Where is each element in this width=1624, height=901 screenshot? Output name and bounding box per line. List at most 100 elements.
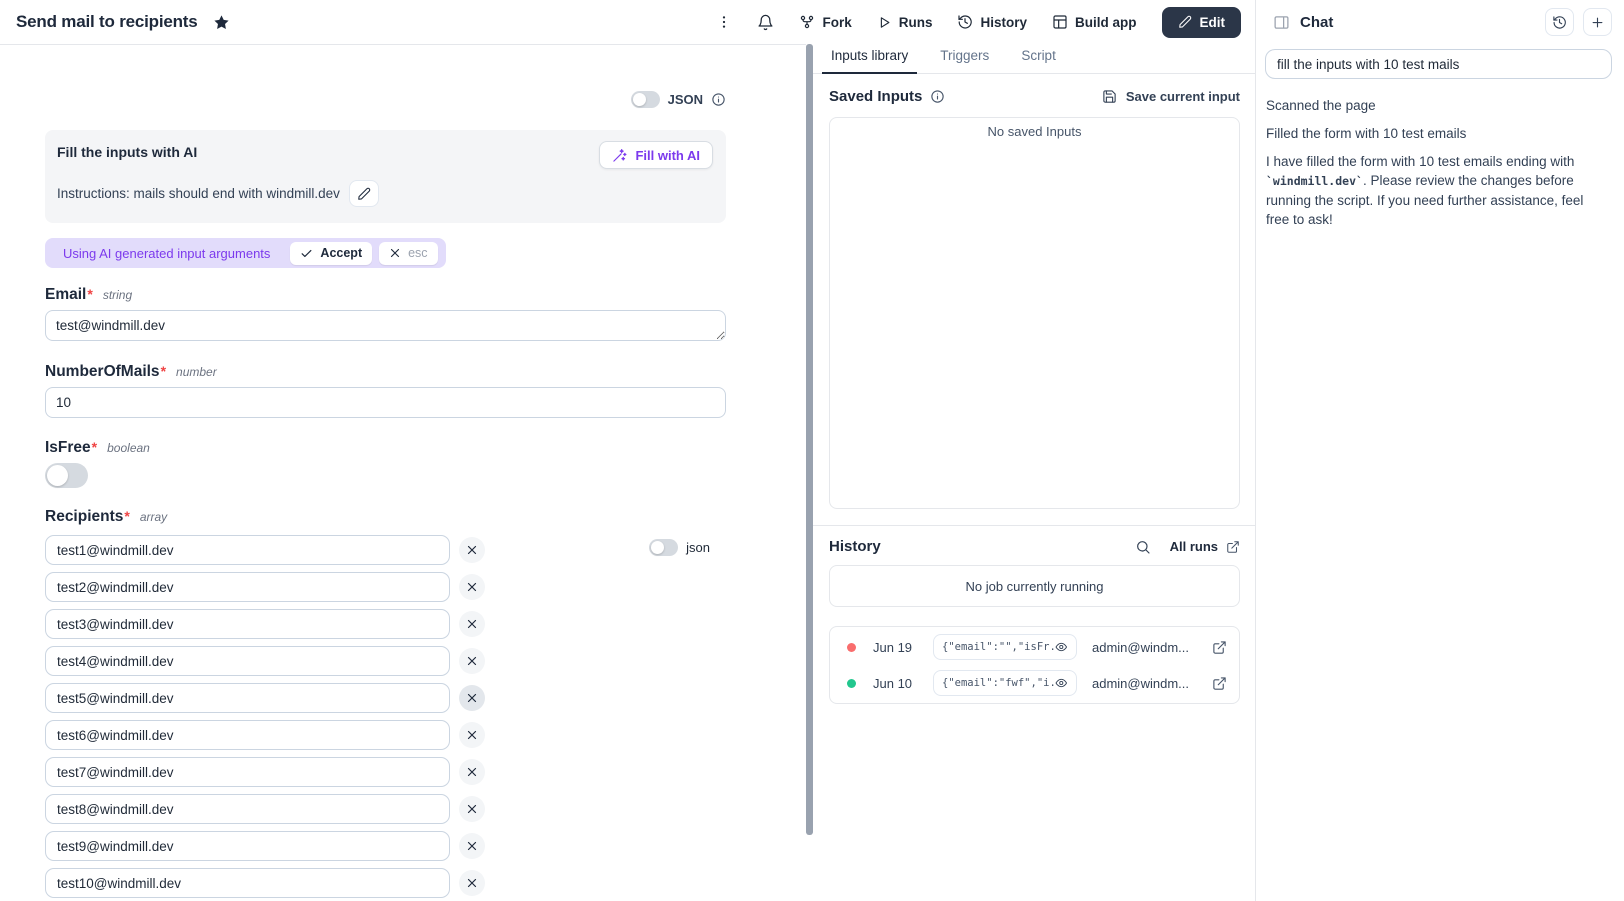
- fork-button[interactable]: Fork: [799, 14, 851, 30]
- fill-with-ai-label: Fill with AI: [635, 148, 700, 163]
- tab-script[interactable]: Script: [1012, 44, 1065, 73]
- chat-title: Chat: [1300, 14, 1333, 31]
- ai-instructions-row: Instructions: mails should end with wind…: [57, 180, 712, 207]
- json-view-toggle[interactable]: [631, 91, 660, 108]
- remove-recipient-button[interactable]: [459, 796, 485, 822]
- entry-args-pill[interactable]: {"email":"","isFr...: [933, 634, 1077, 660]
- panel-tabs: Inputs library Triggers Script: [813, 44, 1255, 74]
- recipients-json-toggle-row: json: [649, 539, 710, 556]
- layout-grid-icon: [1052, 14, 1068, 30]
- accept-button[interactable]: Accept: [290, 242, 372, 265]
- required-asterisk: *: [92, 439, 97, 455]
- edit-instructions-button[interactable]: [349, 180, 379, 207]
- remove-recipient-button[interactable]: [459, 611, 485, 637]
- remove-recipient-button[interactable]: [459, 870, 485, 896]
- open-run-external-icon[interactable]: [1212, 676, 1227, 691]
- entry-args: {"email":"fwf","i...: [942, 677, 1055, 689]
- build-app-button[interactable]: Build app: [1052, 14, 1137, 30]
- x-icon: [466, 840, 478, 852]
- favorite-star-icon[interactable]: [213, 14, 230, 31]
- email-input[interactable]: test@windmill.dev: [45, 310, 726, 341]
- x-icon: [466, 544, 478, 556]
- more-options-button[interactable]: [716, 14, 732, 30]
- chat-message: Scanned the page: [1266, 96, 1608, 115]
- chat-panel: Chat Scanned the page Filled the form wi…: [1255, 0, 1624, 901]
- history-clock-icon: [1552, 15, 1567, 30]
- email-field-label: Email* string: [45, 286, 726, 304]
- recipient-row: [45, 831, 726, 861]
- external-link-icon: [1226, 540, 1240, 554]
- fork-label: Fork: [822, 15, 851, 30]
- json-toggle-label: JSON: [668, 92, 703, 107]
- page-title: Send mail to recipients: [16, 12, 198, 32]
- remove-recipient-button[interactable]: [459, 722, 485, 748]
- fill-with-ai-button[interactable]: Fill with AI: [599, 141, 713, 169]
- isfree-field-label: IsFree* boolean: [45, 439, 726, 457]
- remove-recipient-button[interactable]: [459, 574, 485, 600]
- recipients-label: Recipients: [45, 508, 123, 526]
- tab-triggers[interactable]: Triggers: [931, 44, 998, 73]
- info-icon[interactable]: [711, 92, 726, 107]
- required-asterisk: *: [124, 508, 129, 524]
- recipient-input[interactable]: [45, 868, 450, 898]
- fork-icon: [799, 14, 815, 30]
- panel-resize-handle[interactable]: [806, 44, 813, 835]
- chat-history-button[interactable]: [1545, 8, 1574, 36]
- save-current-input-button[interactable]: Save current input: [1102, 89, 1240, 104]
- ai-generated-banner: Using AI generated input arguments Accep…: [45, 238, 446, 268]
- x-icon: [466, 581, 478, 593]
- history-entry-row[interactable]: Jun 10 {"email":"fwf","i... admin@windm.…: [830, 665, 1239, 701]
- plus-icon: [1590, 15, 1605, 30]
- remove-recipient-button[interactable]: [459, 833, 485, 859]
- entry-args-pill[interactable]: {"email":"fwf","i...: [933, 670, 1077, 696]
- recipient-input[interactable]: [45, 646, 450, 676]
- runs-button[interactable]: Runs: [877, 15, 933, 30]
- numberofmails-input[interactable]: [45, 387, 726, 418]
- recipient-input[interactable]: [45, 535, 450, 565]
- chat-input[interactable]: [1265, 49, 1612, 79]
- recipient-input[interactable]: [45, 572, 450, 602]
- bell-icon: [757, 14, 774, 31]
- x-icon: [466, 655, 478, 667]
- recipient-input[interactable]: [45, 794, 450, 824]
- recipient-input[interactable]: [45, 683, 450, 713]
- save-current-input-label: Save current input: [1126, 89, 1240, 104]
- info-icon[interactable]: [930, 89, 945, 104]
- history-button[interactable]: History: [957, 14, 1027, 30]
- escape-button[interactable]: esc: [379, 242, 437, 265]
- top-header: Send mail to recipients Fork Runs: [0, 0, 1255, 44]
- recipient-input[interactable]: [45, 609, 450, 639]
- left-region: Send mail to recipients Fork Runs: [0, 0, 1255, 901]
- accept-label: Accept: [320, 246, 362, 260]
- recipient-input[interactable]: [45, 720, 450, 750]
- email-type: string: [103, 288, 132, 302]
- inputs-library-panel: Inputs library Triggers Script Saved Inp…: [813, 44, 1255, 901]
- remove-recipient-button[interactable]: [459, 648, 485, 674]
- json-toggle-row: JSON: [45, 91, 726, 108]
- open-run-external-icon[interactable]: [1212, 640, 1227, 655]
- required-asterisk: *: [87, 286, 92, 302]
- numberofmails-label: NumberOfMails: [45, 363, 160, 381]
- panel-collapse-icon[interactable]: [1273, 14, 1290, 31]
- recipient-input[interactable]: [45, 757, 450, 787]
- tab-inputs-library[interactable]: Inputs library: [822, 44, 917, 74]
- recipient-input[interactable]: [45, 831, 450, 861]
- history-entry-row[interactable]: Jun 19 {"email":"","isFr... admin@windm.…: [830, 629, 1239, 665]
- remove-recipient-button[interactable]: [459, 759, 485, 785]
- chat-message: Filled the form with 10 test emails: [1266, 124, 1608, 143]
- esc-label: esc: [408, 246, 427, 260]
- x-icon: [466, 877, 478, 889]
- remove-recipient-button[interactable]: [459, 685, 485, 711]
- all-runs-link[interactable]: All runs: [1170, 539, 1240, 554]
- notifications-button[interactable]: [757, 14, 774, 31]
- recipients-json-toggle[interactable]: [649, 539, 678, 556]
- new-chat-button[interactable]: [1583, 8, 1612, 36]
- search-icon[interactable]: [1135, 539, 1151, 555]
- recipient-row: [45, 683, 726, 713]
- isfree-toggle[interactable]: [45, 463, 88, 488]
- pencil-icon: [357, 187, 371, 201]
- ai-instructions-text: Instructions: mails should end with wind…: [57, 186, 340, 201]
- remove-recipient-button[interactable]: [459, 537, 485, 563]
- edit-button[interactable]: Edit: [1162, 7, 1242, 38]
- numberofmails-type: number: [176, 365, 217, 379]
